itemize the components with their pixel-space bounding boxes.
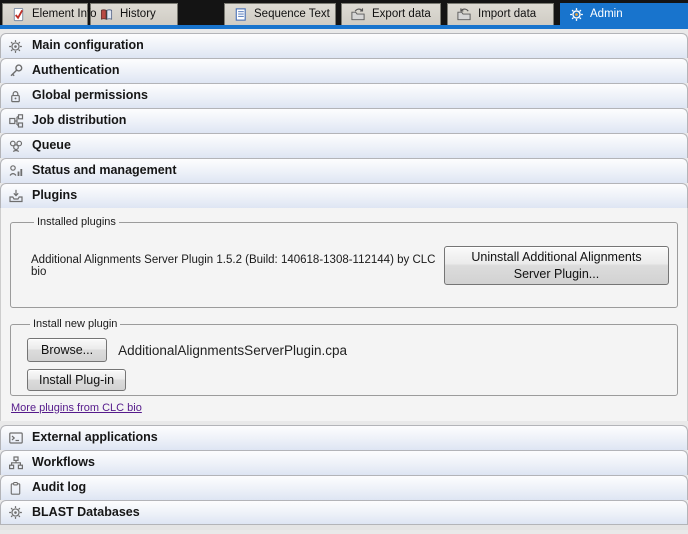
admin-window: Element Info History Sequ	[0, 0, 688, 534]
tab-admin[interactable]: Admin	[560, 3, 688, 25]
section-plugins[interactable]: Plugins	[0, 183, 688, 208]
admin-gear-icon	[569, 7, 584, 22]
install-new-plugin-legend: Install new plugin	[30, 318, 120, 330]
tab-export-data[interactable]: Export data	[341, 3, 441, 25]
section-label: Plugins	[32, 188, 77, 202]
section-label: Main configuration	[32, 38, 144, 52]
people-icon	[7, 138, 24, 154]
tab-label: Export data	[372, 8, 431, 20]
terminal-icon	[7, 430, 24, 446]
installed-plugin-text: Additional Alignments Server Plugin 1.5.…	[31, 254, 444, 278]
element-info-icon	[11, 7, 26, 22]
tab-label: History	[120, 8, 156, 20]
section-label: Status and management	[32, 163, 176, 177]
key-icon	[7, 63, 24, 79]
section-authentication[interactable]: Authentication	[0, 58, 688, 83]
install-new-plugin-group: Install new plugin Browse... AdditionalA…	[10, 318, 678, 396]
history-book-icon	[99, 7, 114, 22]
clipboard-icon	[7, 480, 24, 496]
browse-row: Browse... AdditionalAlignmentsServerPlug…	[27, 338, 669, 362]
sequence-text-icon	[233, 7, 248, 22]
section-blast-databases[interactable]: BLAST Databases	[0, 500, 688, 525]
section-external-applications[interactable]: External applications	[0, 425, 688, 450]
gear-icon	[7, 505, 24, 521]
tab-history[interactable]: History	[90, 3, 178, 25]
gear-icon	[7, 38, 24, 54]
section-job-distribution[interactable]: Job distribution	[0, 108, 688, 133]
plugin-tray-icon	[7, 188, 24, 204]
section-global-permissions[interactable]: Global permissions	[0, 83, 688, 108]
section-label: Job distribution	[32, 113, 126, 127]
section-main-configuration[interactable]: Main configuration	[0, 33, 688, 58]
installed-plugins-group: Installed plugins Additional Alignments …	[10, 216, 678, 308]
workflow-icon	[7, 455, 24, 471]
more-plugins-link[interactable]: More plugins from CLC bio	[11, 402, 142, 414]
section-label: Global permissions	[32, 88, 148, 102]
section-label: Authentication	[32, 63, 120, 77]
section-audit-log[interactable]: Audit log	[0, 475, 688, 500]
tab-label: Element Info	[32, 8, 97, 20]
status-chart-icon	[7, 163, 24, 179]
tab-bar: Element Info History Sequ	[0, 0, 688, 25]
distribution-icon	[7, 113, 24, 129]
section-label: Queue	[32, 138, 71, 152]
tab-element-info[interactable]: Element Info	[2, 3, 88, 25]
lock-icon	[7, 88, 24, 104]
section-status-and-management[interactable]: Status and management	[0, 158, 688, 183]
export-folder-icon	[350, 7, 366, 22]
plugins-panel: Installed plugins Additional Alignments …	[0, 208, 688, 421]
section-label: External applications	[32, 430, 158, 444]
tab-import-data[interactable]: Import data	[447, 3, 554, 25]
selected-plugin-file: AdditionalAlignmentsServerPlugin.cpa	[118, 343, 347, 358]
admin-panel-content: Main configuration Authentication Gl	[0, 29, 688, 534]
install-plugin-button[interactable]: Install Plug-in	[27, 369, 126, 391]
import-folder-icon	[456, 7, 472, 22]
tab-sequence-text[interactable]: Sequence Text	[224, 3, 336, 25]
tab-label: Import data	[478, 8, 536, 20]
section-label: Workflows	[32, 455, 95, 469]
installed-plugins-legend: Installed plugins	[34, 216, 119, 228]
section-label: Audit log	[32, 480, 86, 494]
section-queue[interactable]: Queue	[0, 133, 688, 158]
section-label: BLAST Databases	[32, 505, 140, 519]
tab-label: Admin	[590, 8, 623, 20]
tab-label: Sequence Text	[254, 8, 330, 20]
bottom-filler	[0, 525, 688, 530]
section-workflows[interactable]: Workflows	[0, 450, 688, 475]
uninstall-plugin-button[interactable]: Uninstall Additional Alignments Server P…	[444, 246, 669, 285]
browse-button[interactable]: Browse...	[27, 338, 107, 362]
